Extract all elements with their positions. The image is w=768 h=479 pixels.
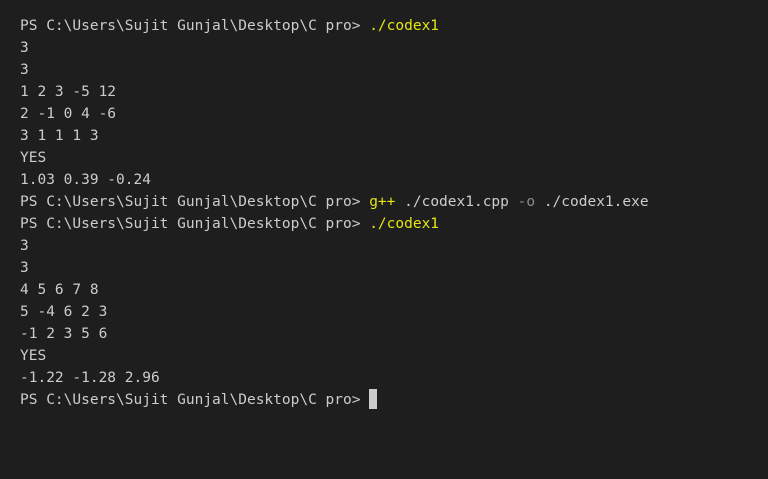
output-line: 5 -4 6 2 3: [20, 304, 108, 320]
prompt-text: PS C:\Users\Sujit Gunjal\Desktop\C pro>: [20, 216, 370, 232]
output-line: YES: [20, 348, 47, 364]
output-line: 1.03 0.39 -0.24: [20, 172, 151, 188]
output-line: 1 2 3 -5 12: [20, 84, 117, 100]
output-line: 3: [20, 260, 29, 276]
prompt-text: PS C:\Users\Sujit Gunjal\Desktop\C pro>: [20, 18, 370, 34]
output-flag: -o: [517, 194, 536, 210]
output-line: -1.22 -1.28 2.96: [20, 370, 160, 386]
prompt-line: PS C:\Users\Sujit Gunjal\Desktop\C pro> …: [20, 15, 768, 37]
output-line: 3: [20, 62, 29, 78]
output-line: 2 -1 0 4 -6: [20, 106, 117, 122]
output-line: -1 2 3 5 6: [20, 326, 108, 342]
source-file-arg: ./codex1.cpp: [395, 194, 518, 210]
output-line: 3 1 1 1 3: [20, 128, 99, 144]
command-text: ./codex1: [369, 216, 440, 232]
output-line: 3: [20, 40, 29, 56]
output-line: YES: [20, 150, 47, 166]
output-line: 3: [20, 238, 29, 254]
command-text: ./codex1: [369, 18, 440, 34]
target-file-arg: ./codex1.exe: [535, 194, 649, 210]
prompt-line: PS C:\Users\Sujit Gunjal\Desktop\C pro> …: [20, 191, 768, 213]
output-line: 4 5 6 7 8: [20, 282, 99, 298]
compiler-command: g++: [369, 194, 396, 210]
prompt-line: PS C:\Users\Sujit Gunjal\Desktop\C pro> …: [20, 213, 768, 235]
prompt-text: PS C:\Users\Sujit Gunjal\Desktop\C pro>: [20, 392, 370, 408]
terminal-panel[interactable]: PS C:\Users\Sujit Gunjal\Desktop\C pro> …: [0, 0, 768, 479]
active-prompt-line[interactable]: PS C:\Users\Sujit Gunjal\Desktop\C pro>: [20, 389, 768, 411]
prompt-text: PS C:\Users\Sujit Gunjal\Desktop\C pro>: [20, 194, 370, 210]
terminal-cursor[interactable]: [369, 389, 378, 409]
